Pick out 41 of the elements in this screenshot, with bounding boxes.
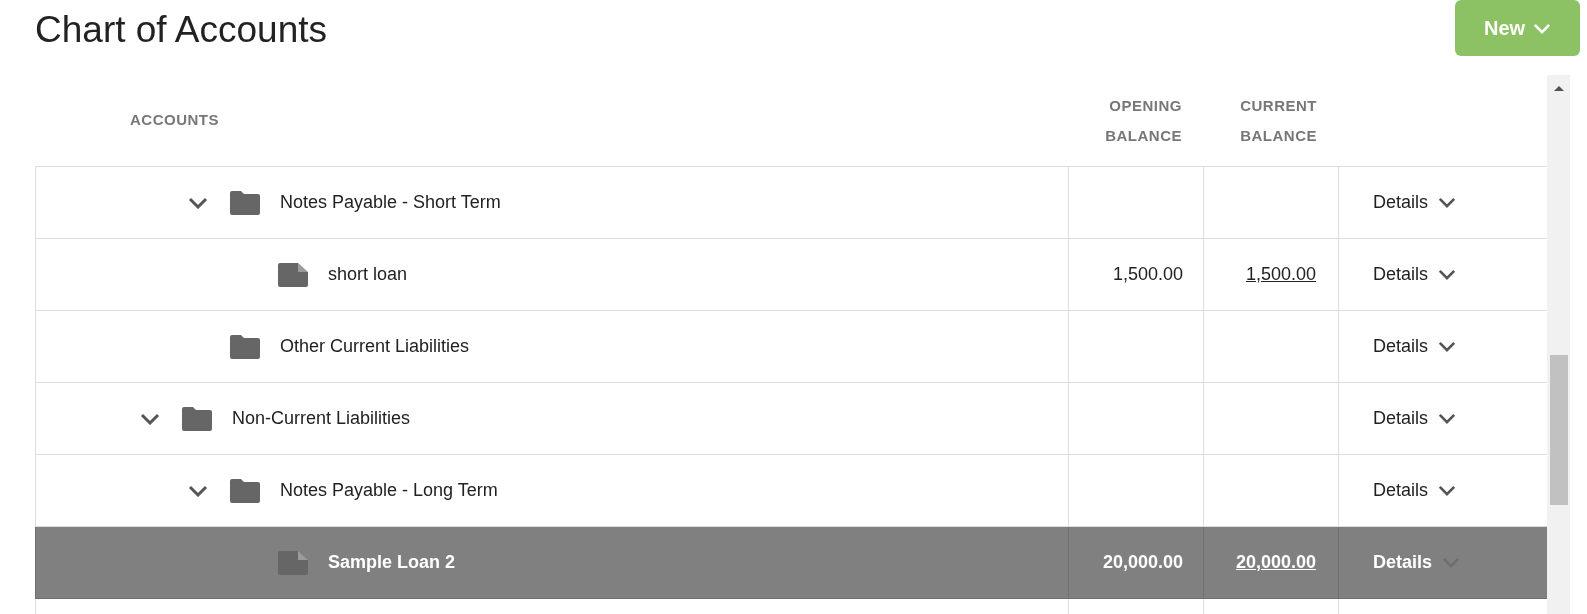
details-button[interactable]: Details	[1373, 477, 1457, 504]
table-row[interactable]: Notes Payable - Long Term Details	[35, 455, 1547, 527]
scrollbar[interactable]	[1547, 75, 1570, 614]
chevron-down-icon	[1438, 485, 1457, 496]
chevron-down-icon	[1438, 269, 1457, 280]
details-button[interactable]: Details	[1373, 549, 1461, 576]
scroll-up-arrow-icon[interactable]	[1553, 86, 1564, 91]
folder-icon	[230, 478, 260, 503]
table-row[interactable]: Non-Current Liabilities Details	[35, 383, 1547, 455]
chevron-down-icon	[1438, 197, 1457, 208]
table-row[interactable]: short loan 1,500.00 1,500.00 Details	[35, 239, 1547, 311]
table-row[interactable]: Notes Payable - Short Term Details	[35, 167, 1547, 239]
document-icon	[278, 550, 308, 575]
account-name[interactable]: Non-Current Liabilities	[232, 405, 411, 432]
table-row[interactable]: Sample Loan 2 20,000.00 20,000.00 Details	[35, 527, 1547, 599]
folder-icon	[230, 334, 260, 359]
column-header: ACCOUNTS	[130, 110, 219, 131]
details-button[interactable]: Details	[1373, 189, 1457, 216]
folder-icon	[230, 190, 260, 215]
column-header: OPENING BALANCE	[1104, 95, 1182, 146]
details-button[interactable]: Details	[1373, 333, 1457, 360]
account-name[interactable]: short loan	[328, 261, 408, 288]
account-name[interactable]: Notes Payable - Long Term	[280, 477, 498, 504]
details-button[interactable]: Details	[1373, 261, 1457, 288]
opening-balance: 1,500.00	[1112, 263, 1183, 286]
account-name[interactable]: Other Current Liabilities	[280, 333, 470, 360]
current-balance-link[interactable]: 1,500.00	[1245, 261, 1316, 288]
scrollbar-thumb[interactable]	[1549, 355, 1568, 505]
document-icon	[278, 262, 308, 287]
folder-icon	[182, 406, 212, 431]
table-row[interactable]: Other Current Liabilities Details	[35, 311, 1547, 383]
account-name[interactable]: Notes Payable - Short Term	[280, 189, 501, 216]
details-button[interactable]: Details	[1373, 405, 1457, 432]
page-title: Chart of Accounts	[34, 8, 328, 52]
column-header: CURRENT BALANCE	[1239, 95, 1317, 146]
chevron-down-icon	[1438, 413, 1457, 424]
chevron-down-icon	[1438, 341, 1457, 352]
opening-balance: 20,000.00	[1102, 551, 1183, 574]
account-name[interactable]: Sample Loan 2	[328, 549, 456, 576]
chevron-down-icon	[1533, 22, 1552, 34]
current-balance-link[interactable]: 20,000.00	[1235, 549, 1316, 576]
